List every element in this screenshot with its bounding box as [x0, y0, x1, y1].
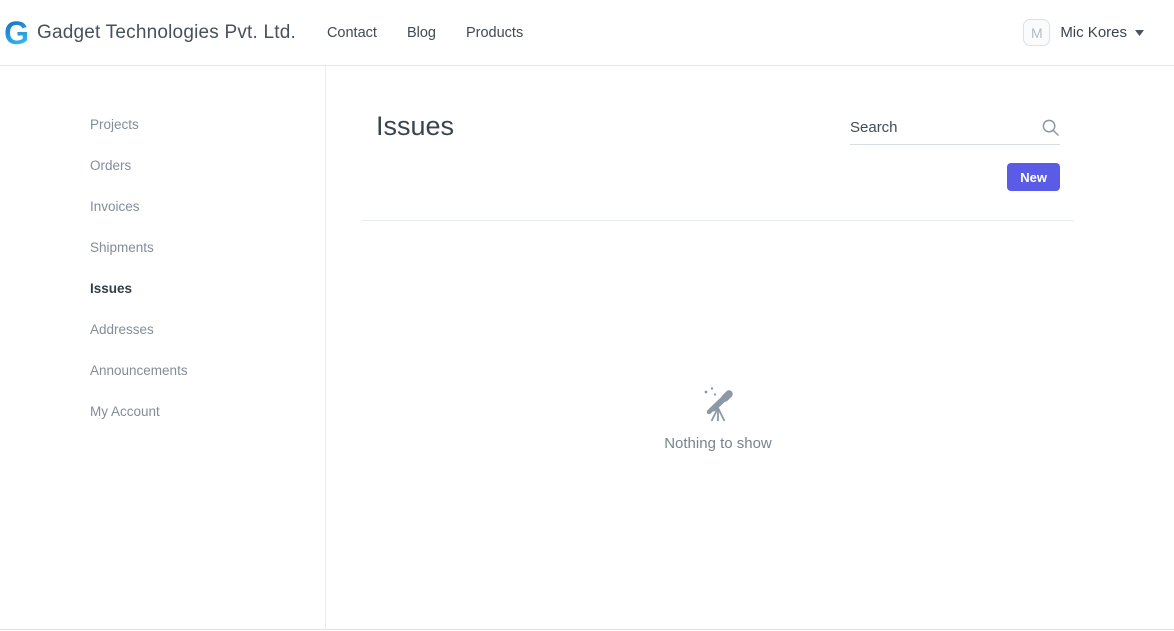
search-box: [850, 118, 1060, 145]
company-logo-icon: G: [1, 17, 32, 48]
header-nav-link[interactable]: Products: [466, 25, 523, 41]
page-head: Issues New: [362, 66, 1074, 221]
empty-state: Nothing to show: [362, 385, 1074, 452]
avatar: M: [1023, 19, 1050, 46]
sidebar-item[interactable]: Issues: [0, 268, 325, 309]
sidebar-item[interactable]: My Account: [0, 391, 325, 432]
sidebar: ProjectsOrdersInvoicesShipmentsIssuesAdd…: [0, 66, 326, 629]
header-nav-link[interactable]: Blog: [407, 25, 436, 41]
user-menu[interactable]: M Mic Kores: [1023, 19, 1144, 46]
brand-home-link[interactable]: G Gadget Technologies Pvt. Ltd.: [1, 17, 296, 48]
sidebar-item[interactable]: Projects: [0, 104, 325, 145]
top-header: G Gadget Technologies Pvt. Ltd. Contact B…: [0, 0, 1174, 66]
content-wrap: ProjectsOrdersInvoicesShipmentsIssuesAdd…: [0, 66, 1174, 629]
company-name: Gadget Technologies Pvt. Ltd.: [37, 22, 296, 44]
search-icon[interactable]: [1041, 118, 1060, 137]
sidebar-item[interactable]: Addresses: [0, 309, 325, 350]
new-issue-button[interactable]: New: [1007, 163, 1060, 191]
sidebar-item[interactable]: Invoices: [0, 186, 325, 227]
empty-state-text: Nothing to show: [362, 435, 1074, 452]
main-content: Issues New: [326, 66, 1174, 629]
search-input[interactable]: [850, 119, 1041, 136]
header-nav-link[interactable]: Contact: [327, 25, 377, 41]
header-nav: Contact Blog Products: [327, 25, 553, 41]
sidebar-item[interactable]: Shipments: [0, 227, 325, 268]
page-title: Issues: [376, 111, 454, 142]
sidebar-item[interactable]: Announcements: [0, 350, 325, 391]
chevron-down-icon: [1135, 30, 1144, 36]
telescope-icon: [698, 385, 738, 423]
svg-text:G: G: [4, 17, 29, 48]
user-name: Mic Kores: [1060, 24, 1127, 41]
sidebar-item[interactable]: Orders: [0, 145, 325, 186]
